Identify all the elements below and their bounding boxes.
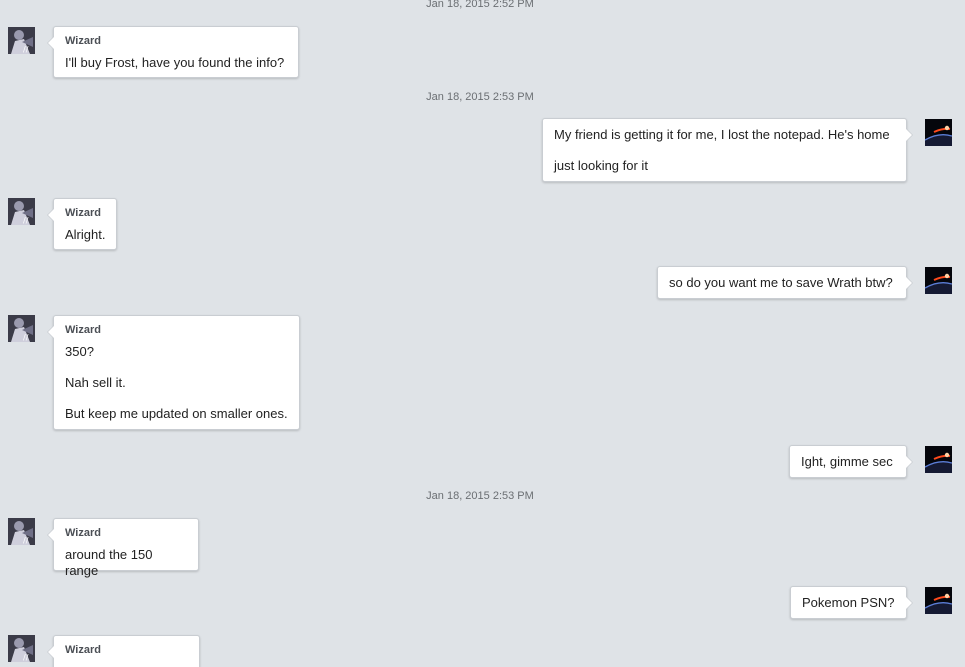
message-bubble-incoming: Wizard I'll buy Frost, have you found th… <box>47 26 299 78</box>
message-bubble-incoming: Wizard Alright. <box>47 198 117 250</box>
message-text: so do you want me to save Wrath btw? <box>669 275 893 290</box>
svg-text://: // <box>23 45 29 54</box>
space-planet-avatar[interactable] <box>925 446 952 473</box>
svg-text://: // <box>23 653 29 662</box>
message-text: Ight, gimme sec <box>801 454 893 469</box>
svg-text://: // <box>23 536 29 545</box>
message-text: Nah sell it. <box>65 375 126 390</box>
space-planet-avatar[interactable] <box>925 587 952 614</box>
message-text: But keep me updated on smaller ones. <box>65 406 288 421</box>
message-text: I'll buy Frost, have you found the info? <box>65 55 285 70</box>
wizard-avatar[interactable]: // <box>8 635 35 662</box>
message-bubble-outgoing: Ight, gimme sec <box>789 445 913 478</box>
message-bubble-outgoing: Pokemon PSN? <box>790 586 913 619</box>
sender-name: Wizard <box>65 207 101 219</box>
svg-text://: // <box>23 216 29 225</box>
message-text: around the 150 range <box>65 547 153 578</box>
message-bubble-incoming: Wizard <box>47 635 200 667</box>
space-planet-avatar[interactable] <box>925 119 952 146</box>
timestamp: Jan 18, 2015 2:52 PM <box>426 0 534 10</box>
sender-name: Wizard <box>65 324 101 336</box>
sender-name: Wizard <box>65 35 101 47</box>
wizard-avatar[interactable]: // <box>8 198 35 225</box>
message-text: My friend is getting it for me, I lost t… <box>554 127 890 142</box>
message-text: Alright. <box>65 227 106 242</box>
wizard-avatar[interactable]: // <box>8 518 35 545</box>
message-text: 350? <box>65 344 94 359</box>
message-bubble-outgoing: so do you want me to save Wrath btw? <box>657 266 913 299</box>
timestamp: Jan 18, 2015 2:53 PM <box>426 490 534 502</box>
sender-name: Wizard <box>65 527 101 539</box>
wizard-avatar[interactable]: // <box>8 27 35 54</box>
message-text: Pokemon PSN? <box>802 595 895 610</box>
timestamp: Jan 18, 2015 2:53 PM <box>426 91 534 103</box>
message-text: just looking for it <box>554 158 648 173</box>
svg-text://: // <box>23 333 29 342</box>
wizard-avatar[interactable]: // <box>8 315 35 342</box>
message-bubble-incoming: Wizard around the 150 range <box>47 518 199 578</box>
sender-name: Wizard <box>65 644 101 656</box>
space-planet-avatar[interactable] <box>925 267 952 294</box>
message-bubble-outgoing: My friend is getting it for me, I lost t… <box>542 118 913 182</box>
message-bubble-incoming: Wizard 350? Nah sell it. But keep me upd… <box>47 315 300 430</box>
